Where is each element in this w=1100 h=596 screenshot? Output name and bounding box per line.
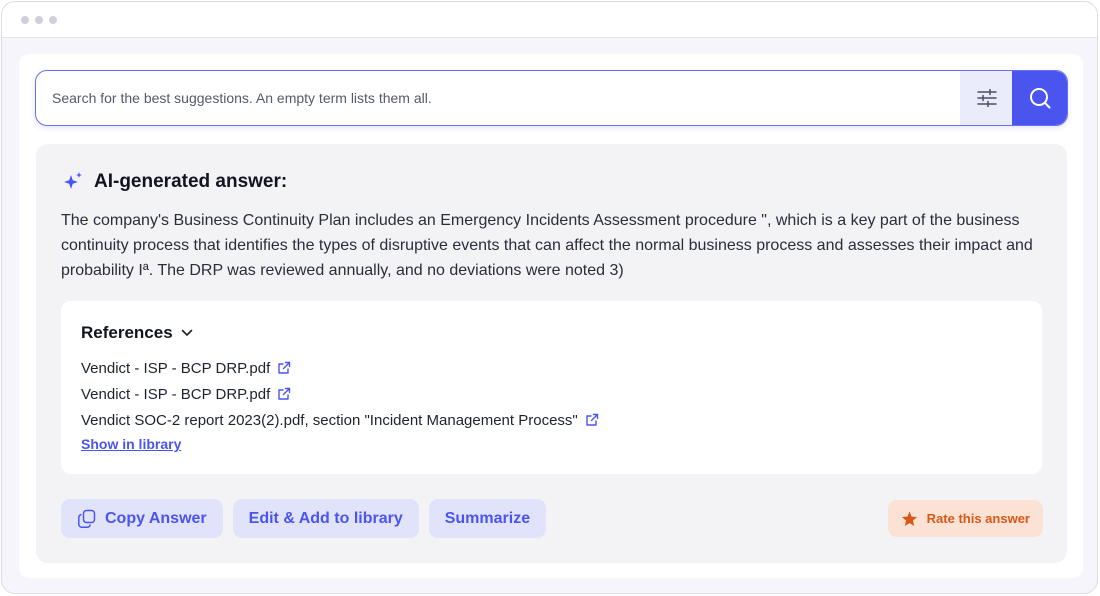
rate-answer-label: Rate this answer <box>926 511 1030 526</box>
browser-window: AI-generated answer: The company's Busin… <box>1 1 1098 594</box>
sparkle-icon <box>64 172 82 189</box>
reference-item: Vendict - ISP - BCP DRP.pdf <box>81 355 599 381</box>
references-toggle[interactable]: References <box>81 323 193 343</box>
search-icon <box>1029 88 1050 109</box>
summarize-button[interactable]: Summarize <box>428 499 547 538</box>
references-title: References <box>81 323 173 342</box>
copy-icon <box>78 509 96 528</box>
search-input[interactable] <box>36 71 960 125</box>
answer-header: AI-generated answer: <box>62 171 287 193</box>
reference-list: Vendict - ISP - BCP DRP.pdf Vendict - IS… <box>81 355 599 433</box>
edit-add-to-library-button[interactable]: Edit & Add to library <box>232 499 419 538</box>
rate-answer-button[interactable]: Rate this answer <box>887 500 1043 537</box>
main-panel: AI-generated answer: The company's Busin… <box>19 54 1083 578</box>
references-box: References Vendict - ISP - BCP DRP.pdf V… <box>61 301 1042 474</box>
chevron-down-icon <box>181 329 192 336</box>
reference-label: Vendict SOC-2 report 2023(2).pdf, sectio… <box>81 411 578 429</box>
external-link-icon[interactable] <box>277 361 291 375</box>
ai-answer-card: AI-generated answer: The company's Busin… <box>36 144 1067 563</box>
window-dot-icon <box>49 15 57 24</box>
answer-actions: Copy Answer Edit & Add to library Summar… <box>61 499 547 538</box>
reference-item: Vendict - ISP - BCP DRP.pdf <box>81 381 599 407</box>
external-link-icon[interactable] <box>585 413 599 427</box>
window-titlebar <box>2 2 1097 38</box>
filter-button[interactable] <box>960 71 1013 125</box>
window-dot-icon <box>21 15 29 24</box>
reference-label: Vendict - ISP - BCP DRP.pdf <box>81 385 271 403</box>
copy-answer-button[interactable]: Copy Answer <box>61 499 223 538</box>
sliders-icon <box>976 89 997 107</box>
star-icon <box>901 511 917 526</box>
copy-answer-label: Copy Answer <box>105 509 207 527</box>
search-bar <box>35 70 1068 126</box>
show-in-library-link[interactable]: Show in library <box>81 436 181 452</box>
reference-item: Vendict SOC-2 report 2023(2).pdf, sectio… <box>81 407 599 433</box>
window-dot-icon <box>35 15 43 24</box>
reference-label: Vendict - ISP - BCP DRP.pdf <box>81 359 271 377</box>
external-link-icon[interactable] <box>277 387 291 401</box>
answer-text: The company's Business Continuity Plan i… <box>61 212 1033 279</box>
search-button[interactable] <box>1012 71 1067 125</box>
answer-title: AI-generated answer: <box>94 171 288 192</box>
